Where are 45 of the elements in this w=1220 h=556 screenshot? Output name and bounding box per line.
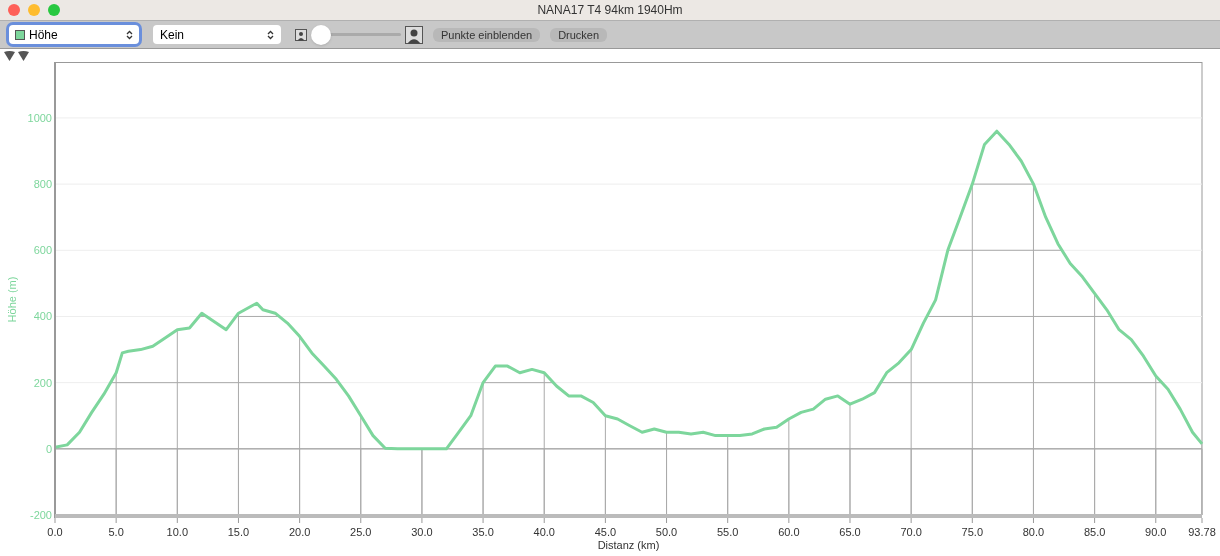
x-axis-title: Distanz (km) [597,539,660,551]
x-tick-label: 30.0 [411,526,433,538]
x-tick-label: 60.0 [778,526,800,538]
marker-icon[interactable] [4,50,15,61]
x-tick-label: 80.0 [1022,526,1045,538]
y-tick-label: 800 [33,178,52,191]
x-tick-label: 5.0 [108,526,124,538]
x-tick-label: 50.0 [655,526,678,538]
y-axis-title: Höhe (m) [6,276,18,323]
metric-select[interactable]: Höhe [9,25,139,44]
x-tick-label: 85.0 [1083,526,1106,538]
x-tick-label: 75.0 [961,526,983,538]
toolbar-button[interactable]: Drucken [550,27,608,42]
x-tick-label: 45.0 [594,526,617,538]
updown-icon [267,29,274,40]
overlay-select[interactable]: Kein [153,25,281,44]
y-tick-label: -200 [29,509,52,521]
x-tick-label: 90.0 [1145,526,1167,538]
zoom-button[interactable] [48,4,60,16]
x-tick-label: 15.0 [227,526,250,538]
x-tick-label: 93.78 [1188,526,1216,538]
x-tick-label: 70.0 [900,526,922,538]
y-tick-label: 200 [33,376,52,389]
x-tick-label: 40.0 [533,526,555,538]
minimize-button[interactable] [28,4,40,16]
x-tick-label: 0.0 [47,526,63,538]
person-large-icon [405,25,423,44]
y-tick-label: 1000 [27,111,52,124]
toolbar-button[interactable]: Punkte einblenden [433,27,541,42]
zoom-slider[interactable] [311,23,401,46]
person-small-icon [295,28,307,41]
y-tick-label: 600 [33,244,52,257]
x-tick-label: 55.0 [717,526,739,538]
marker-icon[interactable] [18,50,29,61]
x-tick-label: 65.0 [839,526,861,538]
slider-thumb[interactable] [311,24,331,45]
x-tick-label: 10.0 [166,526,188,538]
y-tick-label: 400 [33,310,52,323]
updown-icon [126,29,133,40]
x-tick-label: 20.0 [288,526,311,538]
x-tick-label: 35.0 [472,526,494,538]
close-button[interactable] [8,4,20,16]
y-tick-label: 0 [45,442,52,455]
window-title: NANA17 T4 94km 1940Hm [537,2,683,19]
x-tick-label: 25.0 [350,526,372,538]
